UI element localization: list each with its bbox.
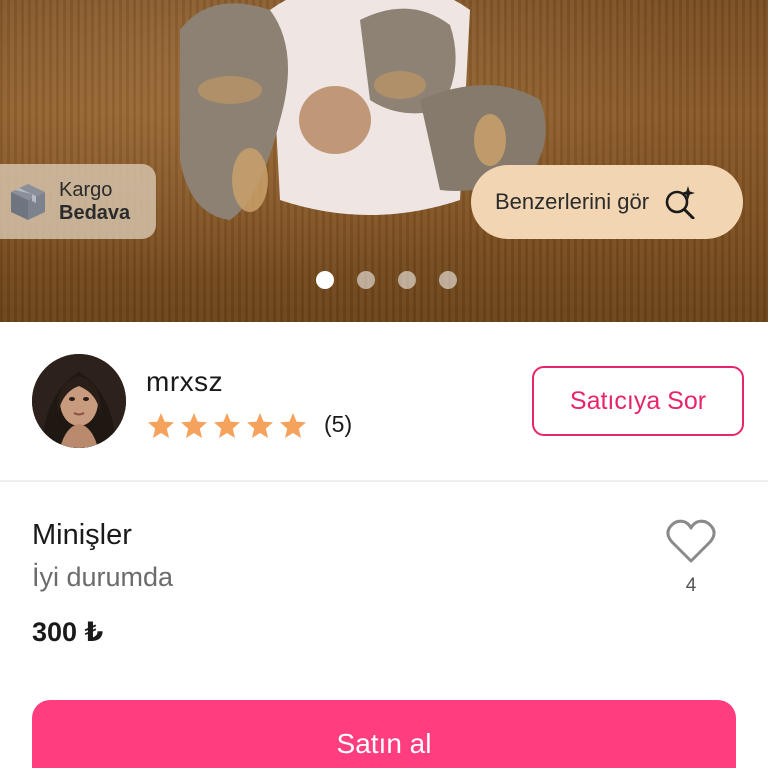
sparkle-search-icon [665,186,696,219]
badge-line2: Bedava [59,201,131,224]
rating-count: (5) [324,411,353,437]
heart-icon[interactable] [666,518,716,564]
carousel-dot[interactable] [398,271,416,289]
star-icon [214,413,240,438]
buy-button[interactable]: Satın al [32,700,736,768]
like-count: 4 [685,575,697,596]
seller-username[interactable]: mrxsz [146,366,223,398]
ask-seller-button[interactable]: Satıcıya Sor [532,366,744,436]
free-shipping-badge: Kargo Bedava [0,164,156,239]
star-icon [280,413,306,438]
badge-line1: Kargo [59,178,113,201]
carousel-indicator [316,271,457,289]
product-title: Minişler [32,519,132,551]
see-similar-label: Benzerlerini gör [495,189,650,214]
product-image-carousel[interactable]: Kargo Bedava Benzerlerini gör [0,0,768,322]
star-icon [181,413,207,438]
carousel-dot[interactable] [357,271,375,289]
avatar-portrait [32,354,126,448]
carousel-dot[interactable] [316,271,334,289]
seller-rating-stars [146,411,308,441]
carousel-dot[interactable] [439,271,457,289]
package-box-icon [11,183,45,220]
see-similar-button[interactable]: Benzerlerini gör [471,165,743,239]
star-icon [148,413,174,438]
product-condition: İyi durumda [32,562,174,592]
seller-section: mrxsz (5) Satıcıya Sor [0,322,768,482]
seller-avatar[interactable] [32,354,126,448]
star-icon [247,413,273,438]
product-price: 300 ₺ [32,617,104,647]
